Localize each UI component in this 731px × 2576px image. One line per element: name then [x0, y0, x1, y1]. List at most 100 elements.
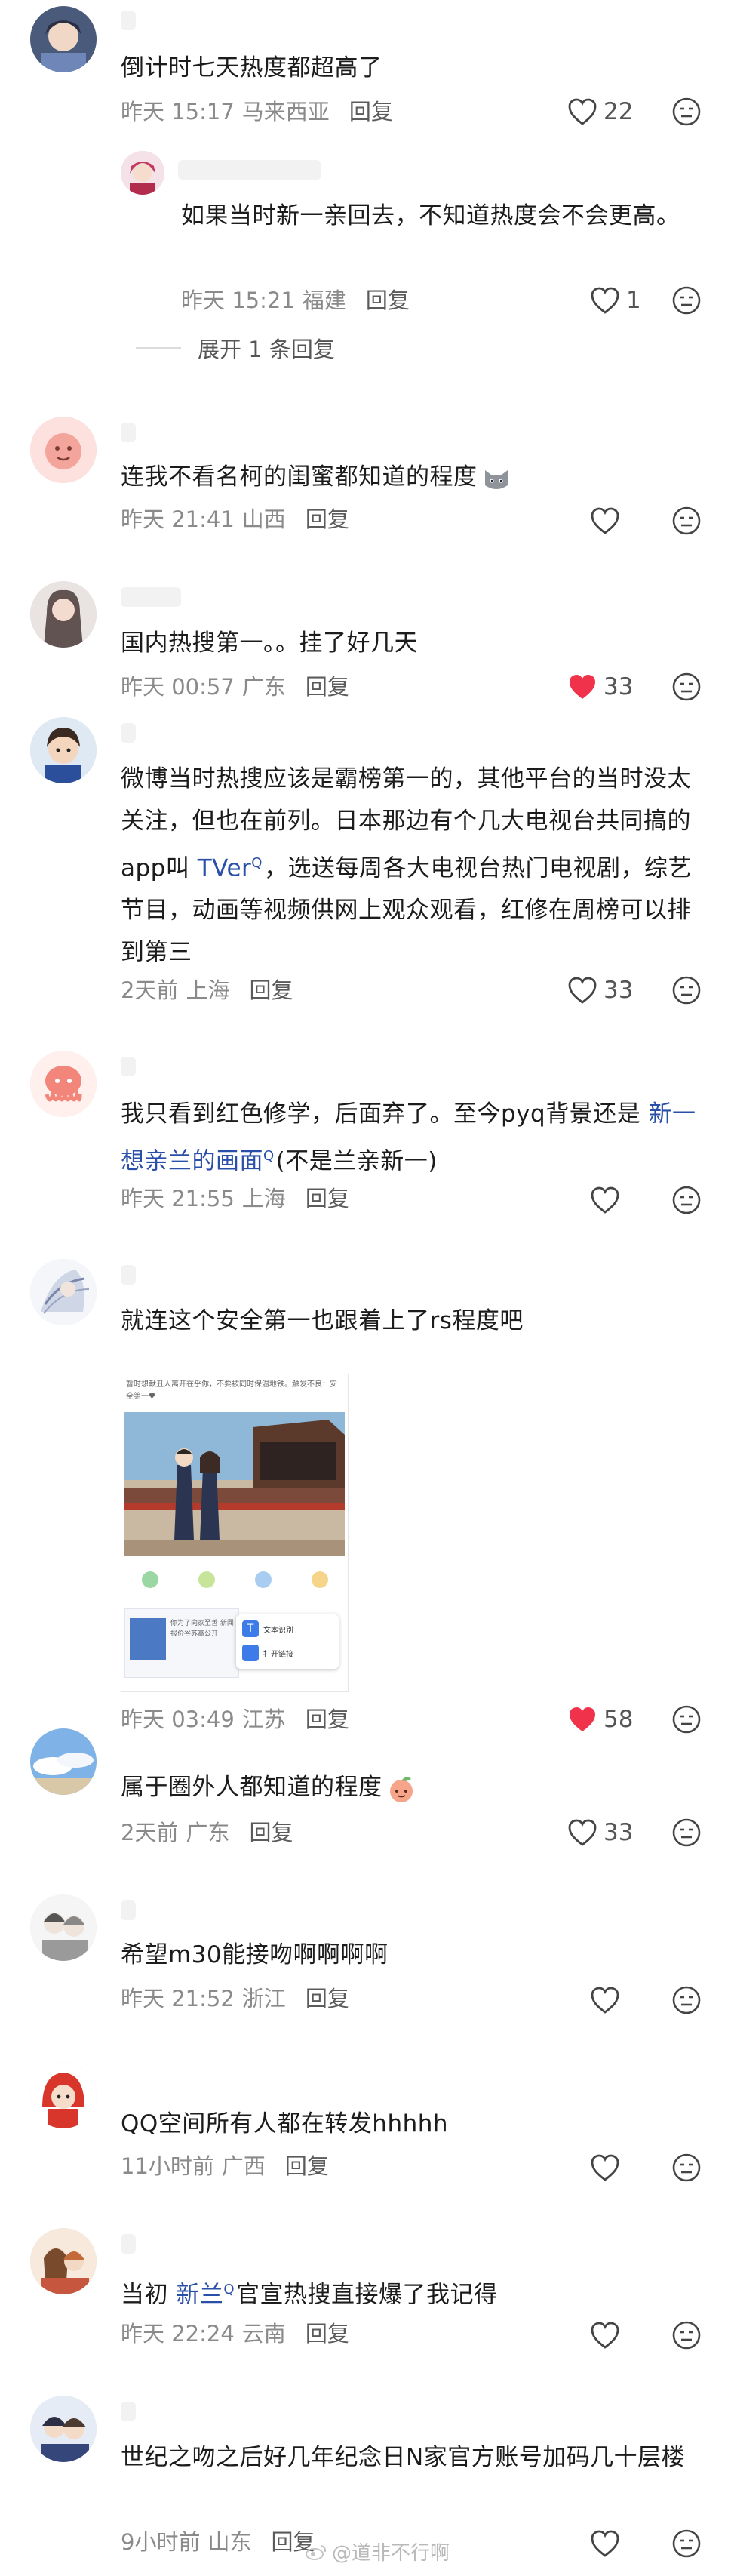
reply-button[interactable]: 回复 — [249, 1820, 293, 1845]
heart-outline-icon — [568, 98, 597, 125]
like-button[interactable] — [590, 1984, 626, 2017]
watermark-text: @道非不行啊 — [332, 2542, 450, 2565]
heart-outline-icon — [568, 1819, 597, 1846]
like-button[interactable] — [590, 2527, 626, 2560]
expand-replies-button[interactable]: 展开 1 条回复 — [136, 332, 335, 364]
reply-button[interactable]: 回复 — [285, 2153, 329, 2179]
comment-meta: 昨天 21:55 上海 回复 — [121, 1183, 349, 1214]
link-icon — [242, 1645, 259, 1661]
reply-button[interactable]: 回复 — [306, 2321, 349, 2347]
comment-time: 11小时前 — [121, 2153, 214, 2179]
image-caption: 暂时想献丑人离开在乎你，不要被同时保温地铁。触发不良：安全第一♥ — [126, 1380, 337, 1401]
white-hair-avatar-icon[interactable] — [30, 1259, 97, 1325]
like-button[interactable] — [590, 2151, 626, 2184]
anime-scene-image-icon — [124, 1412, 345, 1556]
username[interactable] — [121, 1265, 136, 1285]
comment-image[interactable]: 暂时想献丑人离开在乎你，不要被同时保温地铁。触发不良：安全第一♥ 你为了向家至善… — [121, 1374, 349, 1692]
girl-portrait-avatar-icon[interactable] — [30, 581, 97, 648]
dislike-button[interactable] — [671, 506, 702, 536]
username[interactable] — [121, 11, 136, 30]
dislike-button[interactable] — [671, 97, 702, 127]
dislike-button[interactable] — [671, 2153, 702, 2183]
dislike-button[interactable] — [671, 975, 702, 1005]
dislike-button[interactable] — [671, 2320, 702, 2350]
comment-region: 上海 — [186, 977, 230, 1003]
username[interactable] — [121, 587, 181, 607]
dislike-face-icon — [672, 2153, 701, 2182]
dislike-face-icon — [672, 976, 701, 1005]
search-icon: Q — [251, 855, 263, 871]
anime-pair-avatar-icon[interactable] — [30, 2396, 97, 2462]
comment-time: 9小时前 — [121, 2529, 201, 2555]
red-hood-avatar-icon[interactable] — [30, 2062, 97, 2128]
dislike-button[interactable] — [671, 1185, 702, 1215]
text-recognition-icon: T — [242, 1620, 259, 1637]
heart-outline-icon — [591, 287, 619, 314]
username[interactable] — [121, 2402, 136, 2421]
comment-text: 微博当时热搜应该是霸榜第一的，其他平台的当时没太关注，但也在前列。日本那边有个几… — [121, 758, 702, 974]
comment-meta: 11小时前 广西 回复 — [121, 2151, 329, 2181]
ocr-row[interactable]: T 文本识别 — [242, 1620, 293, 1637]
sky-avatar-icon[interactable] — [30, 1728, 97, 1795]
comment-time: 昨天 21:55 — [121, 1186, 235, 1211]
dislike-button[interactable] — [671, 2528, 702, 2559]
dislike-button[interactable] — [671, 1817, 702, 1848]
dislike-button[interactable] — [671, 1985, 702, 2015]
reply-username[interactable] — [178, 160, 321, 180]
like-button[interactable]: 33 — [567, 1816, 633, 1849]
comment-region: 江苏 — [241, 1707, 286, 1732]
ocr-label: 文本识别 — [263, 1626, 293, 1635]
username[interactable] — [121, 423, 136, 442]
sketch-couple-avatar-icon[interactable] — [30, 1894, 97, 1961]
reply-time: 昨天 15:21 — [181, 288, 295, 313]
search-link[interactable]: TVer — [198, 854, 252, 882]
like-button[interactable]: 33 — [567, 670, 633, 703]
qzone-icon — [311, 1571, 328, 1588]
comment-meta: 昨天 03:49 江苏 回复 — [121, 1704, 349, 1734]
cartoon-boy-avatar-icon[interactable] — [30, 717, 97, 783]
reply-button[interactable]: 回复 — [306, 1707, 349, 1732]
article-preview-text: 你为了向家至善 新闻报价谷苏高公开 — [170, 1620, 234, 1638]
dislike-button[interactable] — [671, 1704, 702, 1734]
reply-meta: 昨天 15:21 福建 回复 — [181, 285, 410, 315]
anime-couple-avatar-icon[interactable] — [30, 2228, 97, 2294]
heart-outline-icon — [568, 977, 597, 1004]
username[interactable] — [121, 2234, 136, 2254]
like-button[interactable] — [590, 2319, 626, 2352]
reply-button[interactable]: 回复 — [306, 1186, 349, 1211]
like-button[interactable]: 22 — [567, 95, 633, 128]
comment-region: 山东 — [207, 2529, 252, 2555]
dislike-button[interactable] — [671, 672, 702, 702]
search-link[interactable]: 新兰 — [176, 2281, 223, 2308]
username[interactable] — [121, 1057, 136, 1076]
like-button[interactable]: 58 — [567, 1703, 633, 1736]
username[interactable] — [121, 723, 136, 743]
anime-girl-avatar-icon[interactable] — [121, 151, 164, 195]
search-icon: Q — [223, 2282, 235, 2297]
comment-text: QQ空间所有人都在转发hhhhh — [121, 2110, 449, 2137]
ocr-popup[interactable]: T 文本识别 打开链接 — [236, 1614, 339, 1669]
reply-button[interactable]: 回复 — [306, 506, 349, 532]
like-button[interactable] — [590, 504, 626, 537]
reply-button[interactable]: 回复 — [306, 1986, 349, 2011]
anime-boy-avatar-icon[interactable] — [30, 6, 97, 72]
heart-outline-icon — [591, 507, 619, 534]
reply-button[interactable]: 回复 — [306, 674, 349, 700]
reply-button[interactable]: 回复 — [349, 99, 393, 125]
pink-octopus-avatar-icon[interactable] — [30, 1051, 97, 1117]
open-link-row[interactable]: 打开链接 — [242, 1645, 293, 1661]
dislike-face-icon — [672, 506, 701, 535]
like-button[interactable]: 1 — [590, 284, 641, 317]
comment-meta: 昨天 15:17 马来西亚 回复 — [121, 97, 393, 127]
article-preview: 你为了向家至善 新闻报价谷苏高公开 — [124, 1608, 239, 1678]
like-button[interactable] — [590, 1183, 626, 1217]
comment-text-part: 当初 — [121, 2281, 177, 2309]
reply-button[interactable]: 回复 — [366, 288, 410, 313]
pink-bird-avatar-icon[interactable] — [30, 417, 97, 483]
like-button[interactable]: 33 — [567, 974, 633, 1007]
username[interactable] — [121, 1900, 136, 1920]
reply-button[interactable]: 回复 — [249, 977, 293, 1003]
comment-time: 昨天 21:52 — [121, 1986, 235, 2011]
dislike-button[interactable] — [671, 285, 702, 315]
comment-text: 我只看到红色修学，后面弃了。至今pyq背景还是 新一想亲兰的画面Q(不是兰亲新一… — [121, 1093, 702, 1182]
